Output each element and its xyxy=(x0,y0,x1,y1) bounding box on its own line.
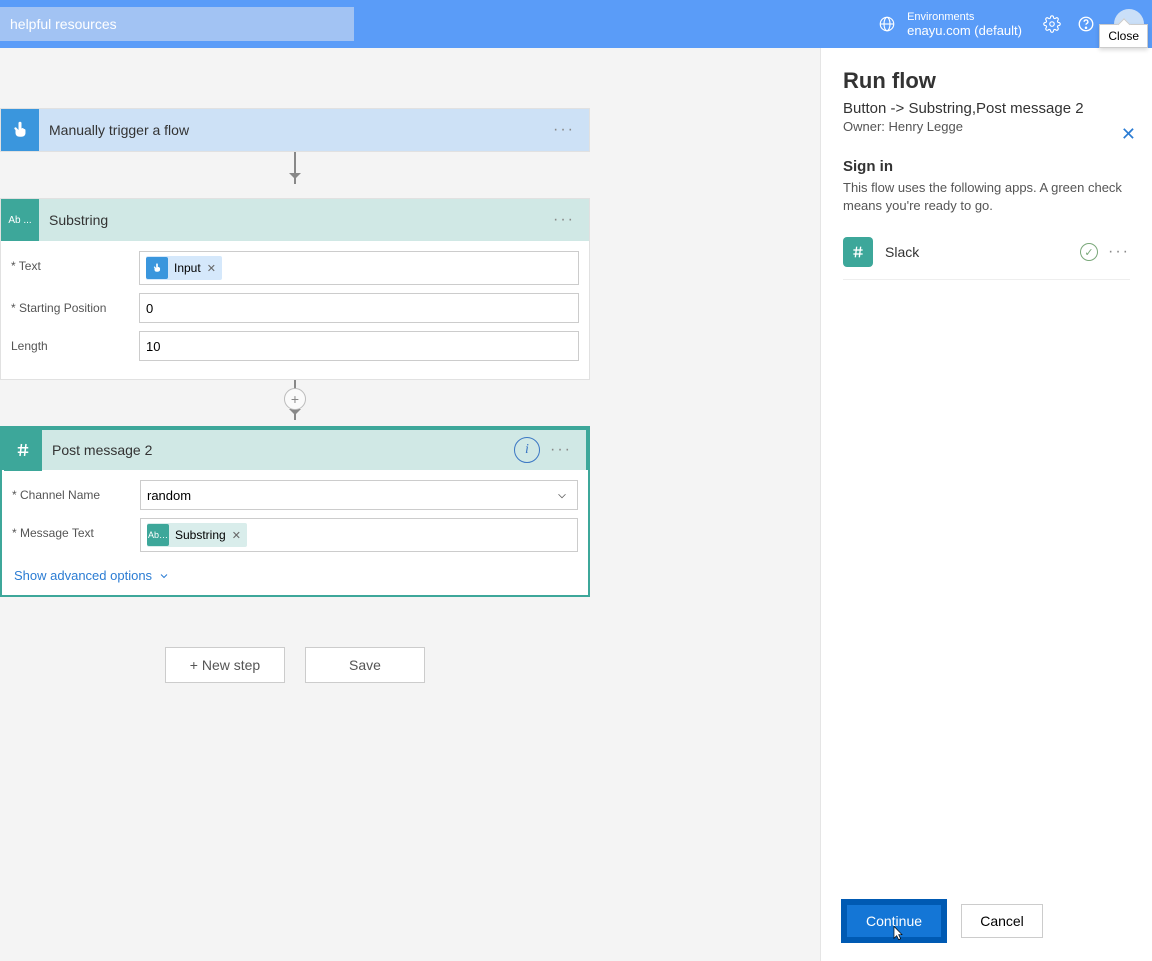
app-name: Slack xyxy=(885,244,1080,260)
length-field[interactable] xyxy=(146,339,572,354)
add-step-icon[interactable]: + xyxy=(284,388,306,410)
text-label: Text xyxy=(11,251,139,273)
substring-title: Substring xyxy=(39,212,549,228)
text-input[interactable]: Input ✕ xyxy=(139,251,579,285)
slack-icon xyxy=(843,237,873,267)
post-body: Channel Name random Message Text Ab… Sub… xyxy=(2,470,588,595)
panel-body: Run flow Button -> Substring,Post messag… xyxy=(821,48,1152,885)
panel-subtitle: Button -> Substring,Post message 2 xyxy=(843,100,1130,117)
globe-icon xyxy=(877,14,897,34)
channel-input[interactable]: random xyxy=(140,480,578,510)
text-func-icon: Ab ... xyxy=(1,199,39,241)
token-label: Substring xyxy=(175,528,226,542)
app-row-slack: Slack ✓ ··· xyxy=(843,237,1130,280)
start-label: Starting Position xyxy=(11,293,139,315)
trigger-title: Manually trigger a flow xyxy=(39,122,549,138)
post-message-card[interactable]: Post message 2 i ··· Channel Name random… xyxy=(0,426,590,597)
flow-canvas: Manually trigger a flow ··· Ab ... Subst… xyxy=(0,48,820,961)
bottom-actions: + New step Save xyxy=(0,647,590,683)
substring-token[interactable]: Ab… Substring ✕ xyxy=(147,523,247,547)
signin-heading: Sign in xyxy=(843,158,1130,175)
substring-menu[interactable]: ··· xyxy=(549,211,579,229)
substring-body: Text Input ✕ Starting Position Length xyxy=(1,241,589,379)
cancel-button[interactable]: Cancel xyxy=(961,904,1043,938)
check-icon: ✓ xyxy=(1080,243,1098,261)
close-icon[interactable]: ✕ xyxy=(1121,124,1136,145)
env-label: Environments xyxy=(907,10,1022,24)
env-text: Environments enayu.com (default) xyxy=(907,10,1022,38)
new-step-button[interactable]: + New step xyxy=(165,647,285,683)
close-tooltip: Close xyxy=(1099,24,1148,48)
substring-header[interactable]: Ab ... Substring ··· xyxy=(1,199,589,241)
info-icon[interactable]: i xyxy=(514,437,540,463)
chevron-down-icon[interactable] xyxy=(555,489,569,506)
trigger-card[interactable]: Manually trigger a flow ··· xyxy=(0,108,590,152)
arrow-2: + xyxy=(0,380,590,426)
app-menu[interactable]: ··· xyxy=(1108,243,1130,261)
environment-picker[interactable]: Environments enayu.com (default) xyxy=(877,10,1022,38)
start-field[interactable] xyxy=(146,301,572,316)
search-input[interactable] xyxy=(0,7,354,41)
trigger-header[interactable]: Manually trigger a flow ··· xyxy=(1,109,589,151)
continue-highlight: Continue xyxy=(841,899,947,943)
channel-label: Channel Name xyxy=(12,480,140,502)
panel-owner: Owner: Henry Legge xyxy=(843,119,1130,134)
top-bar: Environments enayu.com (default) xyxy=(0,0,1152,48)
token-remove[interactable]: ✕ xyxy=(207,262,216,275)
panel-footer: Continue Cancel xyxy=(821,885,1152,961)
chevron-down-icon xyxy=(158,570,170,582)
msg-label: Message Text xyxy=(12,518,140,540)
text-func-icon-small: Ab… xyxy=(147,524,169,546)
run-flow-panel: ✕ Run flow Button -> Substring,Post mess… xyxy=(820,48,1152,961)
token-remove[interactable]: ✕ xyxy=(232,529,241,542)
msg-input[interactable]: Ab… Substring ✕ xyxy=(140,518,578,552)
env-name: enayu.com (default) xyxy=(907,24,1022,38)
post-title: Post message 2 xyxy=(42,442,514,458)
save-button[interactable]: Save xyxy=(305,647,425,683)
show-advanced-link[interactable]: Show advanced options xyxy=(12,560,578,585)
advanced-label: Show advanced options xyxy=(14,568,152,583)
trigger-menu[interactable]: ··· xyxy=(549,121,579,139)
panel-title: Run flow xyxy=(843,68,1130,94)
gear-icon[interactable] xyxy=(1042,14,1062,34)
length-input[interactable] xyxy=(139,331,579,361)
continue-button[interactable]: Continue xyxy=(847,905,941,937)
post-header[interactable]: Post message 2 i ··· xyxy=(2,428,588,470)
touch-icon-small xyxy=(146,257,168,279)
hash-icon xyxy=(4,429,42,471)
start-input[interactable] xyxy=(139,293,579,323)
token-label: Input xyxy=(174,261,201,275)
substring-card[interactable]: Ab ... Substring ··· Text Input ✕ Starti… xyxy=(0,198,590,380)
help-icon[interactable] xyxy=(1076,14,1096,34)
post-menu[interactable]: ··· xyxy=(546,441,576,459)
input-token[interactable]: Input ✕ xyxy=(146,256,222,280)
length-label: Length xyxy=(11,331,139,353)
channel-value: random xyxy=(147,488,191,503)
touch-icon xyxy=(1,109,39,151)
signin-desc: This flow uses the following apps. A gre… xyxy=(843,179,1130,215)
arrow-1 xyxy=(0,152,590,198)
